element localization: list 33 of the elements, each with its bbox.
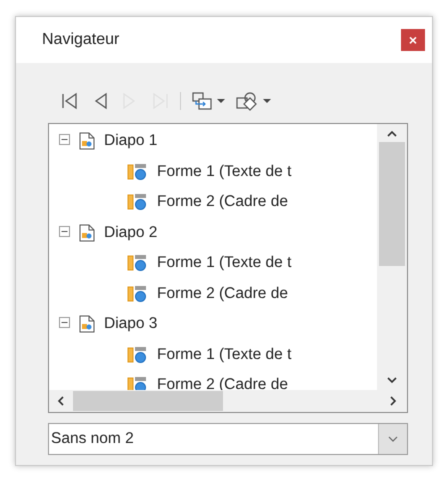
- scroll-up-icon[interactable]: [387, 130, 397, 138]
- shape-icon: [127, 162, 147, 181]
- shape-icon: [127, 284, 147, 303]
- scroll-thumb[interactable]: [379, 142, 405, 266]
- shape-icon: [127, 254, 147, 272]
- document-dropdown[interactable]: Sans nom 2: [48, 423, 408, 455]
- shape-item[interactable]: Forme 1 (Texte de t: [157, 346, 292, 364]
- caret-icon: [217, 98, 225, 104]
- drag-mode-button[interactable]: [191, 90, 225, 112]
- shape-item[interactable]: Forme 2 (Cadre de: [157, 193, 288, 212]
- scroll-left-icon[interactable]: [57, 396, 65, 406]
- slide-item[interactable]: Diapo 2: [104, 224, 158, 242]
- slide-item[interactable]: Diapo 3: [104, 315, 158, 334]
- scroll-right-icon[interactable]: [389, 396, 397, 406]
- shape-item[interactable]: Forme 2 (Cadre de: [157, 284, 288, 303]
- window-title: Navigateur: [42, 31, 120, 49]
- shape-icon: [127, 346, 147, 364]
- scroll-down-icon[interactable]: [387, 376, 397, 384]
- caret-icon: [263, 98, 271, 104]
- shape-item[interactable]: Forme 2 (Cadre de: [157, 376, 288, 394]
- slide-icon: [79, 224, 95, 242]
- chevron-down-icon: [388, 436, 398, 442]
- scroll-thumb[interactable]: [73, 391, 223, 411]
- vertical-scrollbar[interactable]: [377, 124, 407, 390]
- shape-item[interactable]: Forme 1 (Texte de t: [157, 162, 292, 181]
- horizontal-scrollbar[interactable]: [49, 390, 407, 412]
- slide-item[interactable]: Diapo 1: [104, 132, 158, 150]
- shape-icon: [127, 193, 147, 212]
- close-button[interactable]: ×: [401, 29, 425, 51]
- slide-icon: [79, 315, 95, 334]
- shape-item[interactable]: Forme 1 (Texte de t: [157, 254, 292, 272]
- slide-icon: [79, 132, 95, 150]
- shapes-button[interactable]: [235, 90, 271, 112]
